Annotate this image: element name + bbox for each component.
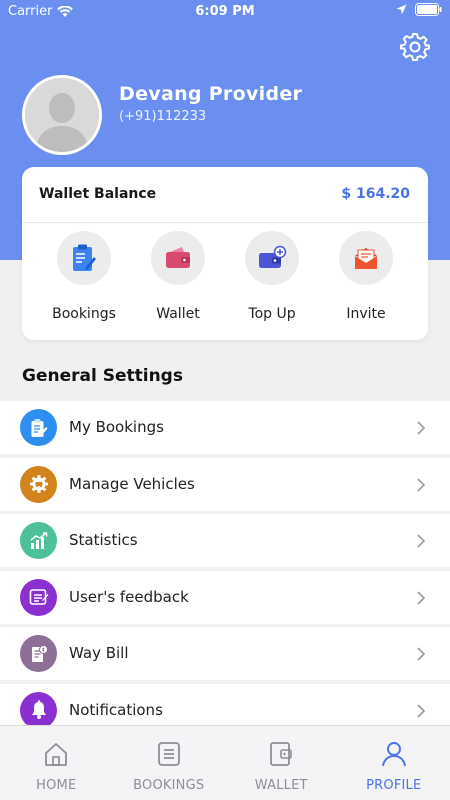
location-arrow-icon bbox=[396, 4, 407, 15]
topup-icon bbox=[259, 245, 287, 268]
chevron-right-icon bbox=[417, 647, 426, 661]
settings-item-statistics[interactable]: Statistics bbox=[0, 514, 450, 567]
shortcut-bookings-circle bbox=[57, 231, 111, 285]
list-icon bbox=[157, 742, 180, 766]
general-settings-title: General Settings bbox=[22, 366, 183, 386]
vehicle-gear-icon bbox=[29, 475, 48, 493]
status-time: 6:09 PM bbox=[195, 4, 255, 19]
tab-bookings-label: BOOKINGS bbox=[133, 778, 205, 793]
wallet-icon bbox=[270, 742, 293, 766]
wallet-card: Wallet Balance $ 164.20 Bookings Wallet bbox=[22, 167, 428, 340]
settings-item-users-feedback[interactable]: User's feedback bbox=[0, 570, 450, 624]
status-bar: Carrier 6:09 PM bbox=[0, 0, 450, 24]
divider bbox=[22, 222, 428, 223]
profile-phone: (+91)112233 bbox=[119, 109, 207, 124]
battery-icon bbox=[415, 3, 442, 16]
shortcut-top-up-label: Top Up bbox=[248, 306, 296, 322]
chevron-right-icon bbox=[417, 534, 426, 548]
shortcut-wallet-label: Wallet bbox=[156, 306, 200, 322]
settings-item-way-bill[interactable]: Way Bill bbox=[0, 627, 450, 680]
status-right-group bbox=[396, 3, 442, 16]
shortcut-bookings[interactable]: Bookings bbox=[37, 231, 131, 331]
notifications-icon-circle bbox=[20, 691, 57, 729]
statistics-icon-circle bbox=[20, 522, 57, 559]
invite-icon bbox=[355, 248, 377, 269]
chevron-right-icon bbox=[417, 477, 426, 492]
tab-profile-label: PROFILE bbox=[366, 778, 422, 793]
settings-item-manage-vehicles[interactable]: Manage Vehicles bbox=[0, 457, 450, 511]
users-feedback-icon-circle bbox=[20, 578, 57, 616]
settings-item-label: Statistics bbox=[69, 531, 138, 549]
way-bill-icon-circle bbox=[20, 635, 57, 672]
shortcut-bookings-label: Bookings bbox=[52, 306, 116, 322]
avatar[interactable] bbox=[22, 75, 102, 155]
shortcut-top-up[interactable]: Top Up bbox=[225, 231, 319, 331]
feedback-icon bbox=[29, 589, 48, 605]
settings-gear-icon[interactable] bbox=[400, 32, 430, 62]
user-icon bbox=[381, 742, 406, 767]
settings-item-label: Notifications bbox=[69, 700, 163, 719]
chevron-right-icon bbox=[417, 421, 426, 435]
shortcut-wallet-circle bbox=[151, 231, 205, 285]
shortcut-top-up-circle bbox=[245, 231, 299, 285]
settings-item-label: User's feedback bbox=[69, 587, 189, 606]
user-placeholder-icon bbox=[25, 78, 99, 152]
shortcut-invite-circle bbox=[339, 231, 393, 285]
tab-profile[interactable]: PROFILE bbox=[338, 726, 450, 800]
profile-name: Devang Provider bbox=[119, 83, 303, 105]
chevron-right-icon bbox=[417, 590, 426, 605]
my-bookings-icon-circle bbox=[20, 409, 57, 446]
bell-icon bbox=[31, 700, 46, 719]
bookings-icon bbox=[31, 418, 47, 437]
wallet-icon bbox=[166, 247, 190, 268]
settings-list: My Bookings Manage Vehicles Statistics U… bbox=[0, 401, 450, 740]
settings-item-label: Manage Vehicles bbox=[69, 474, 195, 493]
settings-item-label: My Bookings bbox=[69, 418, 164, 436]
home-icon bbox=[45, 743, 68, 766]
bottom-tab-bar: HOME BOOKINGS WALLET PROFILE bbox=[0, 725, 450, 800]
statistics-icon bbox=[30, 531, 47, 549]
manage-vehicles-icon-circle bbox=[20, 465, 57, 503]
wallet-balance-amount: $ 164.20 bbox=[341, 186, 410, 202]
tab-home[interactable]: HOME bbox=[0, 726, 113, 800]
shortcut-wallet[interactable]: Wallet bbox=[131, 231, 225, 331]
wallet-balance-title: Wallet Balance bbox=[39, 186, 157, 202]
shortcut-invite[interactable]: Invite bbox=[319, 231, 413, 331]
bookings-icon bbox=[73, 244, 96, 271]
waybill-icon bbox=[31, 644, 48, 662]
chevron-right-icon bbox=[417, 703, 426, 718]
settings-item-label: Way Bill bbox=[69, 644, 129, 662]
tab-home-label: HOME bbox=[36, 778, 77, 793]
shortcut-invite-label: Invite bbox=[346, 306, 386, 322]
tab-wallet[interactable]: WALLET bbox=[225, 726, 338, 800]
tab-bookings[interactable]: BOOKINGS bbox=[113, 726, 226, 800]
settings-item-my-bookings[interactable]: My Bookings bbox=[0, 401, 450, 454]
tab-wallet-label: WALLET bbox=[254, 778, 308, 793]
